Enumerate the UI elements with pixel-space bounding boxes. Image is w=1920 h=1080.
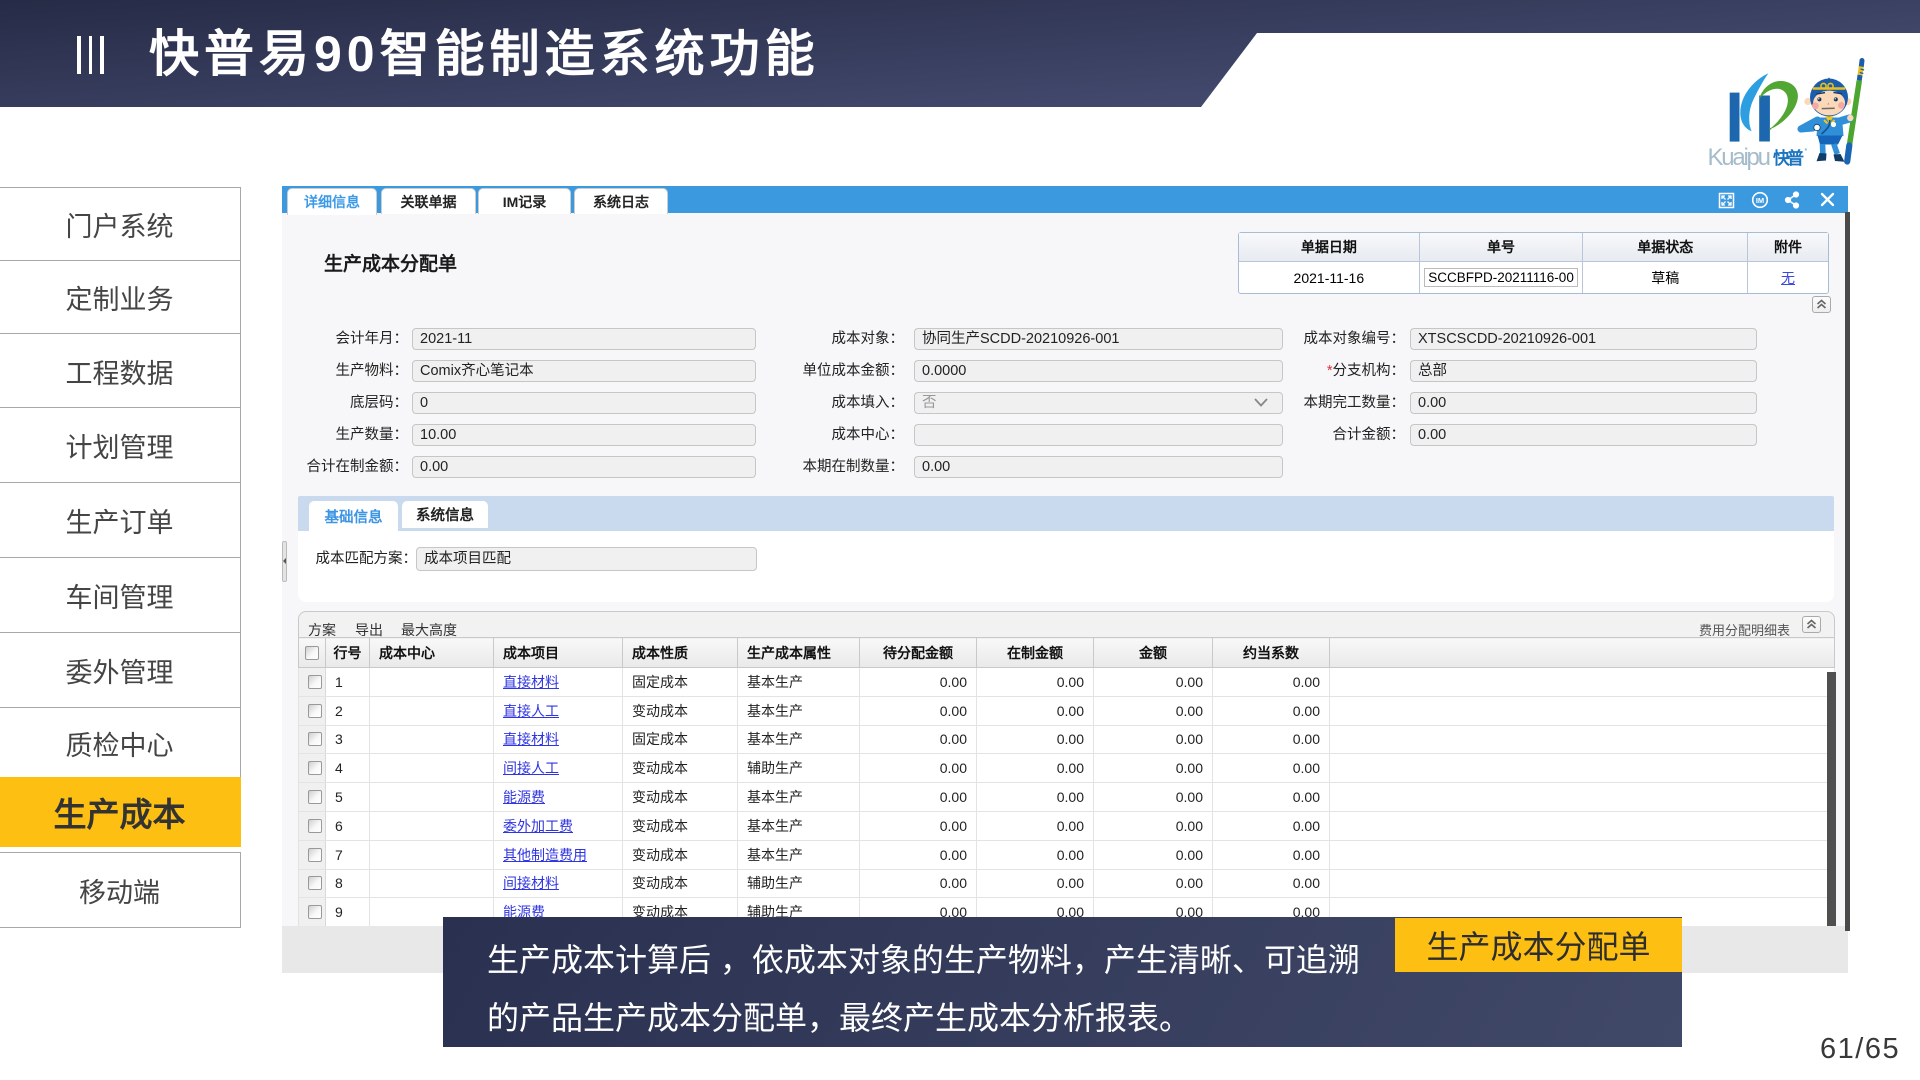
svg-text:IM: IM	[1756, 196, 1764, 205]
svg-text:Kuaipu: Kuaipu	[1708, 144, 1772, 171]
svg-text:*: *	[1805, 148, 1808, 155]
svg-text:快普: 快普	[1773, 148, 1804, 168]
